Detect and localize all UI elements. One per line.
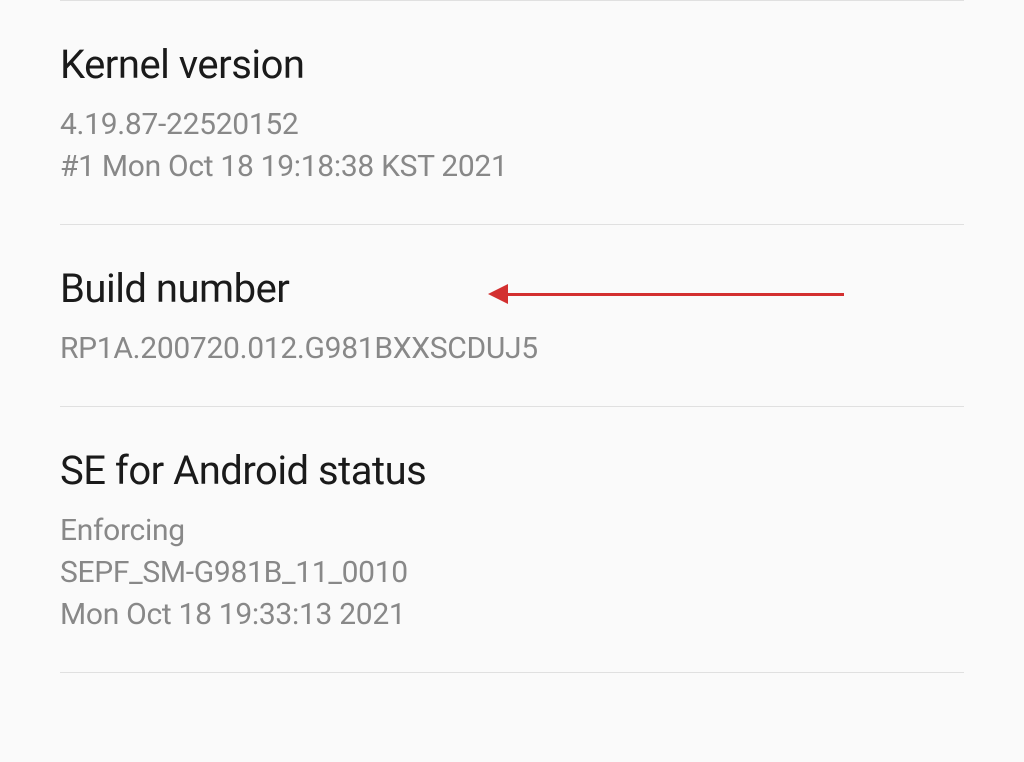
se-android-line1: Enforcing: [60, 513, 185, 548]
kernel-version-line2: #1 Mon Oct 18 19:18:38 KST 2021: [60, 149, 508, 184]
kernel-version-item[interactable]: Kernel version 4.19.87-22520152 #1 Mon O…: [60, 1, 964, 224]
kernel-version-value: 4.19.87-22520152 #1 Mon Oct 18 19:18:38 …: [60, 104, 964, 188]
build-number-value: RP1A.200720.012.G981BXXSCDUJ5: [60, 328, 964, 370]
kernel-version-line1: 4.19.87-22520152: [60, 107, 299, 142]
kernel-version-title: Kernel version: [60, 41, 964, 88]
se-android-value: Enforcing SEPF_SM-G981B_11_0010 Mon Oct …: [60, 510, 964, 636]
build-number-item[interactable]: Build number RP1A.200720.012.G981BXXSCDU…: [60, 225, 964, 406]
se-android-status-item[interactable]: SE for Android status Enforcing SEPF_SM-…: [60, 407, 964, 672]
se-android-title: SE for Android status: [60, 447, 964, 494]
divider: [60, 672, 964, 673]
settings-list: Kernel version 4.19.87-22520152 #1 Mon O…: [0, 0, 1024, 673]
se-android-line3: Mon Oct 18 19:33:13 2021: [60, 597, 405, 632]
build-number-title: Build number: [60, 265, 964, 312]
se-android-line2: SEPF_SM-G981B_11_0010: [60, 555, 408, 590]
